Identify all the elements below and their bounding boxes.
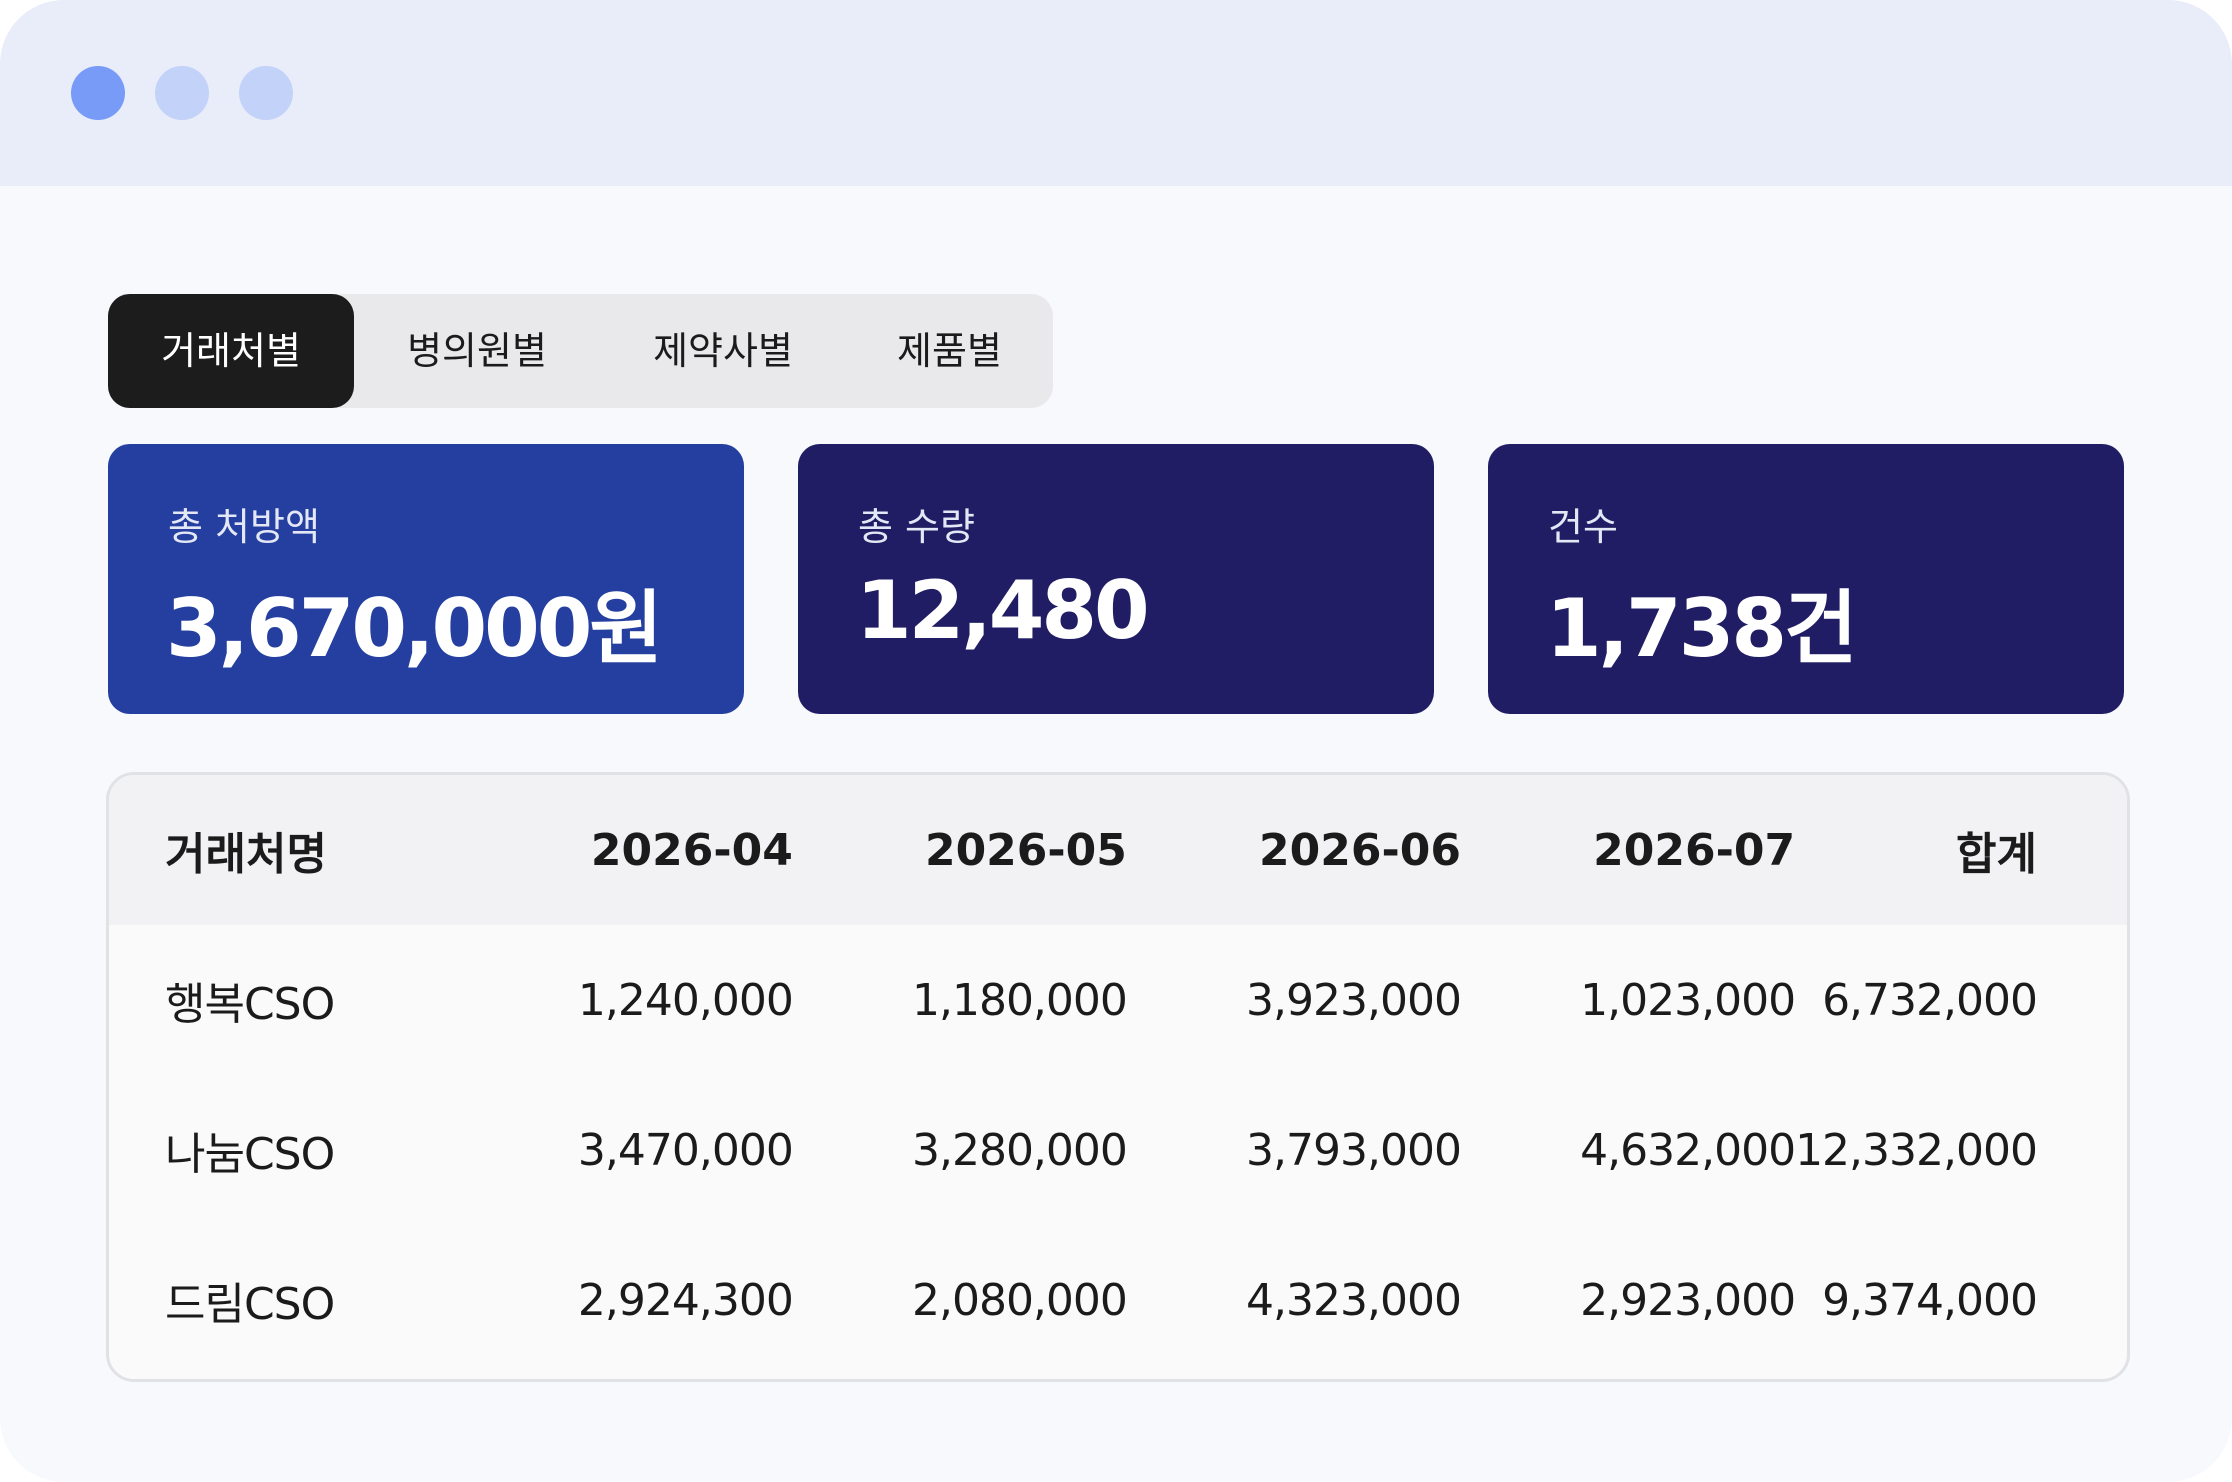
- count-card: 건수 1,738건: [1488, 444, 2124, 714]
- client-name-cell: 행복CSO: [165, 979, 335, 1030]
- amount-cell: 3,923,000: [1246, 974, 1462, 1026]
- total-cell: 9,374,000: [1822, 1274, 2038, 1326]
- column-header-total[interactable]: 합계: [1795, 775, 2127, 925]
- total-amount-value: 3,670,000원: [166, 582, 663, 675]
- client-name-cell: 드림CSO: [165, 1279, 335, 1330]
- column-header-client[interactable]: 거래처명: [109, 775, 459, 925]
- count-label: 건수: [1548, 505, 1618, 549]
- tab-by-product[interactable]: 제품별: [846, 294, 1053, 408]
- amount-cell: 4,323,000: [1246, 1274, 1462, 1326]
- amount-cell: 3,280,000: [911, 1124, 1128, 1176]
- column-header-month[interactable]: 2026-07: [1461, 775, 1795, 925]
- amount-cell: 2,924,300: [577, 1274, 794, 1326]
- total-cell: 12,332,000: [1795, 1124, 2038, 1176]
- amount-cell: 1,180,000: [911, 974, 1128, 1026]
- window-maximize-button[interactable]: [239, 66, 293, 120]
- total-quantity-card: 총 수량 12,480: [798, 444, 1434, 714]
- amount-cell: 3,793,000: [1246, 1124, 1462, 1176]
- client-name-cell: 나눔CSO: [165, 1129, 335, 1180]
- total-amount-card: 총 처방액 3,670,000원: [108, 444, 744, 714]
- amount-cell: 1,240,000: [577, 974, 794, 1026]
- total-cell: 6,732,000: [1822, 974, 2038, 1026]
- total-amount-label: 총 처방액: [168, 505, 320, 549]
- window-minimize-button[interactable]: [155, 66, 209, 120]
- view-tabs: 거래처별 병의원별 제약사별 제품별: [108, 294, 1053, 408]
- amount-cell: 1,023,000: [1580, 974, 1796, 1026]
- column-header-month[interactable]: 2026-06: [1127, 775, 1461, 925]
- total-quantity-value: 12,480: [856, 564, 1150, 657]
- tab-by-hospital[interactable]: 병의원별: [354, 294, 600, 408]
- window-close-button[interactable]: [71, 66, 125, 120]
- amount-cell: 3,470,000: [577, 1124, 794, 1176]
- column-header-month[interactable]: 2026-04: [459, 775, 793, 925]
- total-quantity-label: 총 수량: [858, 505, 975, 549]
- prescription-table: 거래처명 2026-04 2026-05 2026-06 2026-07 합계 …: [106, 772, 2130, 1382]
- app-window: 거래처별 병의원별 제약사별 제품별 총 처방액 3,670,000원 총 수량…: [0, 0, 2232, 1482]
- tab-by-pharma[interactable]: 제약사별: [600, 294, 846, 408]
- count-value: 1,738건: [1546, 582, 1858, 675]
- table-row[interactable]: 행복CSO 1,240,000 1,180,000 3,923,000 1,02…: [109, 925, 2127, 1075]
- amount-cell: 4,632,000: [1580, 1124, 1796, 1176]
- column-header-month[interactable]: 2026-05: [793, 775, 1127, 925]
- table-row[interactable]: 나눔CSO 3,470,000 3,280,000 3,793,000 4,63…: [109, 1075, 2127, 1225]
- table-header-row: 거래처명 2026-04 2026-05 2026-06 2026-07 합계: [109, 775, 2127, 925]
- tab-by-client[interactable]: 거래처별: [108, 294, 354, 408]
- amount-cell: 2,080,000: [911, 1274, 1128, 1326]
- window-titlebar: [0, 0, 2232, 186]
- table-row[interactable]: 드림CSO 2,924,300 2,080,000 4,323,000 2,92…: [109, 1225, 2127, 1375]
- amount-cell: 2,923,000: [1580, 1274, 1796, 1326]
